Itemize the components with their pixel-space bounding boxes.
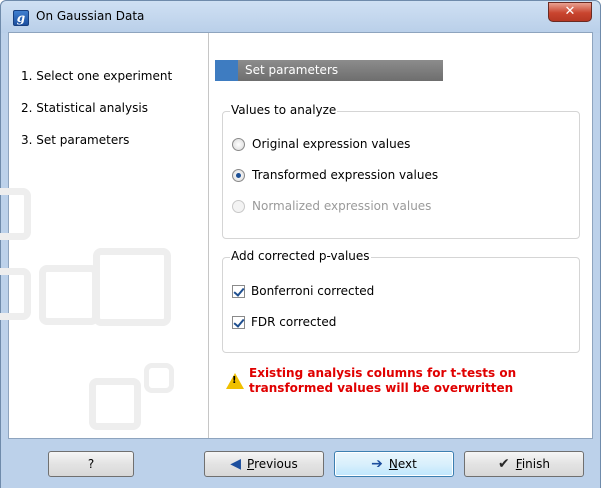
dialog-body: 1. Select one experiment 2. Statistical … [0,32,593,439]
values-to-analyze-group: Values to analyze Original expression va… [222,103,580,239]
arrow-left-icon: ◀ [230,456,242,472]
step-select-experiment: 1. Select one experiment [21,69,173,83]
dialog-window: g On Gaussian Data ✕ 1. Select one exper… [0,0,601,488]
close-icon: ✕ [564,4,576,19]
checkbox-fdr[interactable]: FDR corrected [232,313,336,331]
next-button[interactable]: ➔ Next [334,451,454,477]
wizard-steps-panel: 1. Select one experiment 2. Statistical … [0,33,209,438]
radio-button[interactable] [232,137,245,151]
checkbox-checked[interactable] [232,315,245,329]
background-logo-square [39,265,99,325]
values-group-label: Values to analyze [230,103,338,117]
warning-line-1: Existing analysis columns for t-tests on [249,366,517,380]
section-banner: Set parameters [215,60,443,81]
warning-line-2: transformed values will be overwritten [249,381,514,395]
radio-transformed-values[interactable]: Transformed expression values [232,166,438,184]
radio-original-values[interactable]: Original expression values [232,135,410,153]
arrow-right-icon: ➔ [371,456,383,472]
background-logo-square [0,188,31,240]
step-set-parameters: 3. Set parameters [21,133,130,147]
background-logo-square [0,268,31,320]
button-bar: ? ◀ Previous ➔ Next ✔ Finish [1,439,600,488]
background-logo-square [93,248,171,326]
banner-title: Set parameters [245,63,339,77]
close-button[interactable]: ✕ [548,2,592,22]
help-button[interactable]: ? [48,451,134,477]
pvalues-group-label: Add corrected p-values [230,249,371,263]
radio-button-disabled [232,199,245,213]
finish-button[interactable]: ✔ Finish [464,451,584,477]
checkbox-bonferroni[interactable]: Bonferroni corrected [232,282,374,300]
previous-button[interactable]: ◀ Previous [204,451,324,477]
background-logo-square [144,363,174,393]
corrected-pvalues-group: Add corrected p-values Bonferroni correc… [222,249,580,353]
checkbox-checked[interactable] [232,284,245,298]
background-logo-square [89,378,141,430]
banner-accent [215,60,238,81]
parameters-panel: Set parameters Values to analyze Origina… [209,33,592,438]
app-icon: g [13,10,29,26]
checkmark-icon: ✔ [498,456,510,472]
window-title: On Gaussian Data [36,9,145,23]
radio-button-selected[interactable] [232,168,245,182]
title-bar[interactable]: g On Gaussian Data ✕ [1,1,600,33]
radio-normalized-values: Normalized expression values [232,197,431,215]
step-statistical-analysis: 2. Statistical analysis [21,101,148,115]
